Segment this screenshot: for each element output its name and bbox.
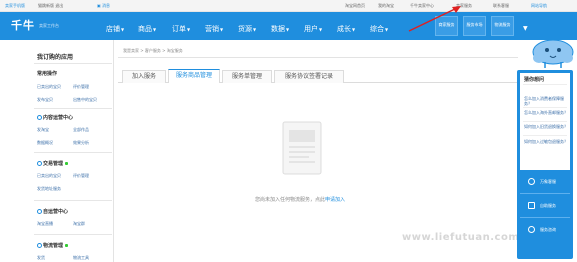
divider [34, 200, 112, 201]
nav-goods[interactable]: 商品▼ [138, 24, 156, 34]
divider [523, 121, 567, 122]
top-utility-bar: 卖家手机版 猫跳新版 退出 ▣ 消息 淘宝网首页 我的淘宝 千牛卖家中心 卖家服… [0, 0, 577, 12]
my-taobao-link[interactable]: 我的淘宝 [378, 4, 394, 8]
annotation-arrow-icon [408, 6, 461, 32]
chevron-down-icon: ▼ [121, 26, 125, 32]
chevron-down-icon: ▼ [352, 26, 356, 32]
help-panel: 猜你想问 怎么加入消费者保障服务？ 怎么加入海外直邮服务？ 如何加入旧货退换服务… [517, 70, 573, 259]
tab-service-goods-mgmt[interactable]: 服务商品管理 [168, 69, 220, 83]
link-sold-items-2[interactable]: 已卖出的宝贝 [37, 173, 61, 179]
link-taobao-group[interactable]: 淘宝群 [73, 221, 85, 227]
link-data-overview[interactable]: 数据概况 [37, 140, 53, 146]
link-effect-analysis[interactable]: 效果分析 [73, 140, 89, 146]
apply-join-link[interactable]: 申请加入 [325, 197, 345, 203]
seller-mobile-link[interactable]: 卖家手机版 [5, 4, 25, 8]
link-taobao-live[interactable]: 淘宝直播 [37, 221, 53, 227]
faq-box: 猜你想问 怎么加入消费者保障服务？ 怎么加入海外直邮服务？ 如何加入旧货退换服务… [520, 73, 570, 170]
link-ship[interactable]: 发货 [37, 255, 45, 261]
taobao-home-link[interactable]: 淘宝网首页 [345, 4, 365, 8]
self-service-button[interactable]: 自助服务 [520, 196, 570, 216]
breadcrumb: 我是卖家 > 客户服务 > 淘宝服务 [123, 48, 183, 53]
wanxiang-service-button[interactable]: 万象客服 [520, 172, 570, 192]
faq-question[interactable]: 怎么加入海外直邮服务？ [524, 110, 568, 115]
tab-join-service[interactable]: 加入服务 [122, 70, 166, 83]
link-review-mgmt[interactable]: 评价管理 [73, 84, 89, 90]
group-trade-mgmt[interactable]: 交易管理 [37, 160, 69, 167]
divider [118, 57, 518, 58]
empty-state-message: 您尚未加入任何物流服务，点此申请加入 [255, 197, 346, 203]
qianniu-logo[interactable]: 千牛 [11, 17, 35, 33]
chevron-down-icon: ▼ [220, 26, 224, 32]
group-logistics[interactable]: 物流管理 [37, 242, 69, 249]
nav-orders[interactable]: 订单▼ [172, 24, 190, 34]
nav-marketing[interactable]: 营销▼ [205, 24, 223, 34]
bell-icon: ▣ [97, 3, 101, 8]
group-content-ops[interactable]: 内容运营中心 [37, 114, 73, 121]
link-all-works[interactable]: 全部作品 [73, 127, 89, 133]
nav-users[interactable]: 用户▼ [304, 24, 322, 34]
cloud-mascot-icon[interactable] [531, 38, 575, 70]
new-badge-icon [65, 162, 69, 165]
divider [523, 135, 567, 136]
logout-link[interactable]: 猫跳新版 退出 [38, 4, 63, 8]
tab-service-order-mgmt[interactable]: 服务单管理 [222, 70, 272, 83]
nav-sourcing[interactable]: 货源▼ [238, 24, 256, 34]
tab-agreement-records[interactable]: 服务协议签署记录 [274, 70, 344, 83]
divider [523, 84, 567, 85]
tab-bar: 加入服务 服务商品管理 服务单管理 服务协议签署记录 [118, 69, 518, 83]
sidebar: 我订购的应用 常用操作 已卖出的宝贝 评价管理 发布宝贝 出售中的宝贝 内容运营… [32, 40, 114, 262]
expand-chevron-icon[interactable]: ▼ [523, 25, 528, 32]
message-link[interactable]: ▣ 消息 [97, 4, 110, 8]
service-consult-button[interactable]: 服务咨询 [520, 220, 570, 240]
chevron-down-icon: ▼ [286, 26, 290, 32]
chevron-down-icon: ▼ [319, 26, 323, 32]
divider [523, 107, 567, 108]
divider [34, 152, 112, 153]
link-items-on-sale[interactable]: 出售中的宝贝 [73, 97, 97, 103]
link-ship-address[interactable]: 发货地址服务 [37, 186, 61, 192]
link-sold-items[interactable]: 已卖出的宝贝 [37, 84, 61, 90]
faq-question[interactable]: 怎么加入消费者保障服务？ [524, 96, 568, 106]
plugin-logistics[interactable]: 物流服务 [491, 16, 514, 36]
chat-icon [528, 226, 535, 233]
new-badge-icon [65, 244, 69, 247]
nav-shop[interactable]: 店铺▼ [106, 24, 124, 34]
logistics-icon [37, 243, 42, 248]
divider [34, 108, 112, 109]
link-review-mgmt-2[interactable]: 评价管理 [73, 173, 89, 179]
nav-data[interactable]: 数据▼ [271, 24, 289, 34]
divider [34, 63, 112, 64]
sidebar-title: 我订购的应用 [37, 54, 74, 61]
faq-question[interactable]: 如何加入旧货退换服务？ [524, 124, 568, 129]
link-logistics-tools[interactable]: 物流工具 [73, 255, 89, 261]
divider [520, 193, 570, 194]
divider [34, 234, 112, 235]
nav-general[interactable]: 综合▼ [370, 24, 388, 34]
link-post-taobao[interactable]: 发淘宝 [37, 127, 49, 133]
plugin-service-market[interactable]: 服务市场 [463, 16, 486, 36]
empty-document-icon [282, 121, 322, 175]
contact-service-link[interactable]: 联系客服 [493, 4, 509, 8]
group-self-ops[interactable]: 自运营中心 [37, 208, 68, 215]
watermark: www.liefutuan.com [402, 232, 520, 243]
nav-growth[interactable]: 成长▼ [337, 24, 355, 34]
trade-icon [37, 161, 42, 166]
chevron-down-icon: ▼ [187, 26, 191, 32]
faq-title: 猜你想问 [524, 77, 545, 83]
chevron-down-icon: ▼ [253, 26, 257, 32]
document-icon [528, 202, 535, 209]
faq-question[interactable]: 如何加入过敏包退服务？ [524, 139, 568, 144]
logo-subtitle: 卖家工作台 [39, 23, 59, 28]
site-nav-link[interactable]: 网站导航 [531, 4, 547, 8]
chevron-down-icon: ▼ [153, 26, 157, 32]
divider [520, 217, 570, 218]
chevron-down-icon: ▼ [385, 26, 389, 32]
bell-icon [528, 178, 535, 185]
link-publish-item[interactable]: 发布宝贝 [37, 97, 53, 103]
common-ops-title: 常用操作 [37, 71, 58, 77]
self-ops-icon [37, 209, 42, 214]
main-header: 千牛 卖家工作台 店铺▼ 商品▼ 订单▼ 营销▼ 货源▼ 数据▼ 用户▼ 成长▼… [0, 12, 577, 40]
content-icon [37, 115, 42, 120]
